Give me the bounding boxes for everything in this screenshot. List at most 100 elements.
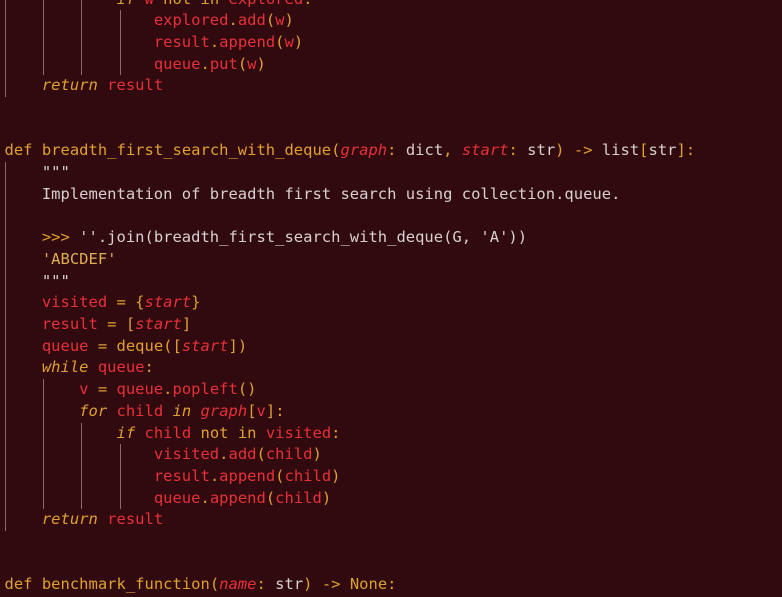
code-token: >>>: [41, 228, 70, 247]
code-token: def: [4, 575, 33, 594]
code-token: explored: [153, 11, 229, 30]
code-line: queue.put(w): [5, 54, 266, 76]
code-line: >>> ''.join(breadth_first_search_with_de…: [5, 227, 528, 249]
code-token: ''.join(breadth_first_search_with_deque(…: [69, 228, 528, 247]
code-token: visited: [265, 423, 332, 442]
code-token: w: [284, 32, 294, 51]
code-token: result: [41, 315, 98, 333]
code-line: Implementation of breadth first search u…: [5, 184, 621, 206]
code-token: str: [527, 141, 556, 160]
code-token: return: [41, 510, 98, 529]
code-token: }: [191, 293, 201, 312]
code-token: .: [228, 11, 238, 30]
code-token: child: [275, 488, 322, 507]
code-token: start: [144, 293, 192, 312]
code-token: (): [237, 380, 257, 399]
code-token: v: [256, 401, 266, 420]
code-line: for child in graph[v]:: [5, 401, 285, 423]
code-token: v: [79, 380, 89, 399]
code-token: in: [172, 401, 192, 420]
code-token: ) ->: [555, 141, 602, 160]
code-token: queue: [116, 380, 164, 399]
code-token: =: [88, 380, 117, 399]
code-token: popleft: [172, 380, 238, 399]
code-token: ): [331, 466, 341, 485]
code-token: """: [41, 163, 70, 182]
code-token: None: [349, 575, 388, 594]
code-token: child: [144, 423, 192, 442]
code-line: """: [5, 162, 70, 184]
code-token: if: [116, 0, 135, 8]
code-token: [: [639, 141, 649, 160]
code-token: :: [303, 0, 312, 8]
code-line: def breadth_first_search_with_deque(grap…: [5, 140, 696, 162]
code-token: .: [163, 380, 173, 399]
code-token: ([: [163, 336, 182, 355]
code-token: queue: [97, 358, 145, 377]
code-token: queue: [41, 336, 89, 355]
code-token: w: [275, 11, 285, 30]
code-line: v = queue.popleft(): [5, 379, 257, 401]
code-line: result.append(w): [5, 32, 304, 54]
code-token: str: [648, 141, 677, 160]
code-token: """: [41, 271, 70, 290]
code-token: deque: [116, 336, 164, 355]
code-token: while: [41, 358, 89, 377]
code-token: queue: [153, 488, 201, 507]
code-token: ]:: [265, 401, 285, 420]
code-token: child: [116, 401, 164, 420]
code-token: append: [219, 32, 276, 51]
code-line: visited = {start}: [5, 292, 201, 314]
code-token: :: [331, 423, 341, 442]
code-token: = {: [107, 293, 145, 312]
code-token: (: [265, 488, 276, 507]
code-token: graph: [340, 141, 388, 160]
code-line: if child not in visited:: [5, 423, 341, 445]
code-token: (: [275, 466, 285, 485]
code-token: ): [293, 32, 304, 51]
code-token: dict: [405, 141, 444, 160]
code-line: if w not in explored:: [5, 0, 312, 10]
code-line: explored.add(w): [5, 10, 294, 32]
code-token: w: [145, 0, 154, 8]
code-editor[interactable]: if w not in explored: explored.add(w) re…: [0, 0, 782, 597]
code-token: for: [79, 401, 108, 420]
code-token: breadth_first_search_with_deque: [41, 141, 332, 160]
code-token: (: [209, 575, 220, 594]
code-token: =: [88, 336, 117, 355]
code-token: start: [135, 315, 182, 333]
code-token: .: [200, 488, 210, 507]
code-line: while queue:: [5, 357, 154, 379]
code-token: :: [508, 141, 528, 160]
code-token: (: [256, 445, 266, 464]
code-token: .: [209, 466, 220, 485]
code-token: explored: [229, 0, 304, 8]
code-line: return result: [5, 75, 163, 97]
code-token: return: [41, 76, 98, 95]
code-line: queue.append(child): [5, 488, 331, 510]
code-token: ): [256, 54, 266, 73]
code-token: :: [144, 358, 154, 377]
